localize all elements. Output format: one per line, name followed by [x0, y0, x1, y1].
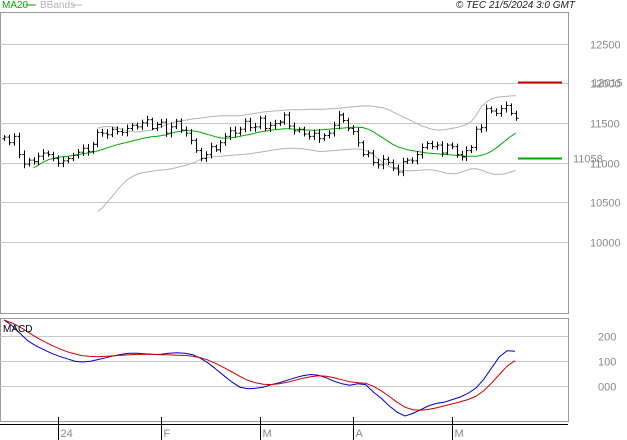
time-tick-label: M	[455, 428, 464, 440]
copyright-text: © TEC 21/5/2024 3:0 GMT	[456, 0, 576, 11]
time-tick-label: 24	[61, 428, 73, 440]
macd-tick-label: 100	[598, 357, 616, 369]
stock-chart: 100001050011000115001200012500 120151105…	[0, 0, 623, 440]
price-tick-label: 10000	[590, 238, 621, 250]
legend-bbands: BBands	[40, 0, 75, 11]
macd-tick-label: 000	[598, 382, 616, 394]
macd-title: MACD	[3, 324, 32, 335]
resistance-label: 12015	[592, 78, 623, 90]
time-tick-label: A	[356, 428, 364, 440]
price-axis-labels: 100001050011000115001200012500	[590, 40, 621, 250]
legend-ma20: MA20	[2, 0, 29, 11]
support-label: 11058	[573, 154, 603, 166]
time-tick-label: M	[263, 428, 272, 440]
price-tick-label: 12500	[590, 40, 621, 52]
time-tick-label: F	[164, 428, 171, 440]
macd-panel	[0, 318, 569, 422]
macd-tick-label: 200	[598, 332, 616, 344]
price-tick-label: 10500	[590, 198, 621, 210]
macd-axis-labels: 000 100 200	[598, 332, 616, 394]
price-tick-label: 11500	[590, 119, 620, 131]
